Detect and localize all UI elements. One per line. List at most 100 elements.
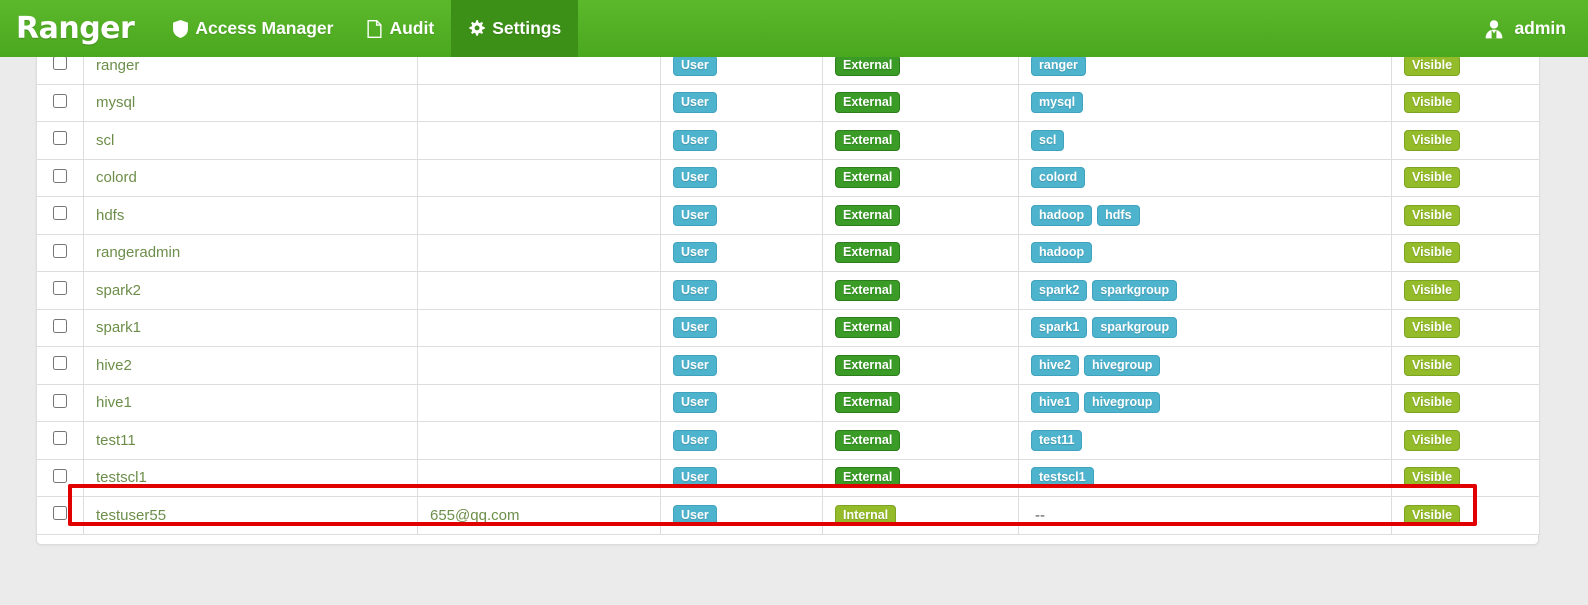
visibility-badge: Visible [1404, 429, 1461, 451]
cell-email [417, 196, 661, 235]
cell-groups: scl [1018, 121, 1392, 160]
row-select-checkbox[interactable] [53, 393, 67, 408]
cell-visibility: Visible [1391, 458, 1540, 497]
visibility-badge: Visible [1404, 129, 1461, 151]
brand-logo[interactable]: Ranger [0, 0, 156, 57]
cell-email [417, 271, 661, 310]
cell-groups: hive2 hivegroup [1018, 346, 1392, 385]
cell-username[interactable]: testscl1 [83, 458, 418, 497]
cell-visibility: Visible [1391, 346, 1540, 385]
user-menu-label: admin [1514, 18, 1566, 38]
table-row[interactable]: spark1 User External spark1 sparkgroup Visibl… [36, 308, 1540, 347]
row-select-cell [36, 121, 84, 160]
group-badge: test11 [1031, 429, 1083, 451]
cell-groups: test11 [1018, 421, 1392, 460]
table-row[interactable]: mysql User External mysql Visible [36, 83, 1540, 122]
users-table-body: ranger User External ranger Visible mysql User… [36, 46, 1540, 535]
table-row[interactable]: hive2 User External hive2 hivegroup Visible [36, 346, 1540, 385]
cell-role: User [660, 158, 823, 197]
user-menu[interactable]: admin [1483, 18, 1566, 39]
users-table: ranger User External ranger Visible mysql User… [36, 46, 1540, 535]
main-nav: Access Manager Audit Settings [156, 0, 579, 57]
cell-role: User [660, 233, 823, 272]
cell-visibility: Visible [1391, 83, 1540, 122]
cell-role: User [660, 121, 823, 160]
cell-username[interactable]: hive1 [83, 383, 418, 422]
cell-email [417, 83, 661, 122]
cell-visibility: Visible [1391, 233, 1540, 272]
cell-user-source: External [822, 308, 1019, 347]
cell-groups: testscl1 [1018, 458, 1392, 497]
visibility-badge: Visible [1404, 92, 1461, 114]
cell-username[interactable]: hive2 [83, 346, 418, 385]
row-select-cell [36, 83, 84, 122]
cell-visibility: Visible [1391, 158, 1540, 197]
row-select-checkbox[interactable] [53, 168, 67, 183]
row-select-checkbox[interactable] [53, 468, 67, 483]
cell-user-source: Internal [822, 496, 1019, 535]
cell-groups: -- [1018, 496, 1392, 535]
visibility-badge: Visible [1404, 317, 1461, 339]
role-badge: User [673, 504, 717, 526]
cell-user-source: External [822, 421, 1019, 460]
cell-username[interactable]: scl [83, 121, 418, 160]
row-select-checkbox[interactable] [53, 281, 67, 296]
user-source-badge: External [835, 167, 901, 189]
cell-groups: spark2 sparkgroup [1018, 271, 1392, 310]
row-select-cell [36, 271, 84, 310]
cell-username[interactable]: mysql [83, 83, 418, 122]
cell-role: User [660, 308, 823, 347]
role-badge: User [673, 129, 717, 151]
row-select-checkbox[interactable] [53, 243, 67, 258]
row-select-checkbox[interactable] [53, 131, 67, 146]
row-select-checkbox[interactable] [53, 431, 67, 446]
cell-username[interactable]: colord [83, 158, 418, 197]
file-icon [367, 19, 383, 38]
nav-item-access-manager[interactable]: Access Manager [156, 0, 350, 57]
table-row[interactable]: hive1 User External hive1 hivegroup Visible [36, 383, 1540, 422]
visibility-badge: Visible [1404, 467, 1461, 489]
user-source-badge: External [835, 392, 901, 414]
cell-role: User [660, 346, 823, 385]
table-row[interactable]: rangeradmin User External hadoop Visible [36, 233, 1540, 272]
cell-role: User [660, 421, 823, 460]
groups-empty-text: -- [1035, 506, 1045, 524]
role-badge: User [673, 392, 717, 414]
cell-role: User [660, 496, 823, 535]
cell-username[interactable]: testuser55 [83, 496, 418, 535]
row-select-checkbox[interactable] [53, 356, 67, 371]
row-select-checkbox[interactable] [53, 506, 67, 521]
table-row[interactable]: scl User External scl Visible [36, 121, 1540, 160]
cell-email [417, 233, 661, 272]
table-row[interactable]: test11 User External test11 Visible [36, 421, 1540, 460]
row-select-checkbox[interactable] [53, 56, 67, 71]
cell-username[interactable]: spark2 [83, 271, 418, 310]
role-badge: User [673, 279, 717, 301]
nav-item-audit[interactable]: Audit [350, 0, 451, 57]
nav-item-settings[interactable]: Settings [451, 0, 579, 57]
cell-username[interactable]: hdfs [83, 196, 418, 235]
user-source-badge: External [835, 467, 901, 489]
table-row[interactable]: testscl1 User External testscl1 Visible [36, 458, 1540, 497]
cell-username[interactable]: rangeradmin [83, 233, 418, 272]
cell-user-source: External [822, 458, 1019, 497]
cell-email [417, 121, 661, 160]
cell-visibility: Visible [1391, 383, 1540, 422]
cell-groups: hive1 hivegroup [1018, 383, 1392, 422]
row-select-checkbox[interactable] [53, 206, 67, 221]
table-row[interactable]: hdfs User External hadoop hdfs Visible [36, 196, 1540, 235]
table-row[interactable]: testuser55 655@qq.com User Internal -- Visibl… [36, 496, 1540, 535]
visibility-badge: Visible [1404, 167, 1461, 189]
row-select-checkbox[interactable] [53, 318, 67, 333]
user-source-badge: External [835, 129, 901, 151]
row-select-cell [36, 496, 84, 535]
nav-item-access-manager-label: Access Manager [195, 18, 334, 38]
cell-username[interactable]: test11 [83, 421, 418, 460]
row-select-cell [36, 158, 84, 197]
cell-user-source: External [822, 121, 1019, 160]
row-select-checkbox[interactable] [53, 93, 67, 108]
table-row[interactable]: spark2 User External spark2 sparkgroup Visibl… [36, 271, 1540, 310]
table-row[interactable]: colord User External colord Visible [36, 158, 1540, 197]
cell-username[interactable]: spark1 [83, 308, 418, 347]
cell-email: 655@qq.com [417, 496, 661, 535]
